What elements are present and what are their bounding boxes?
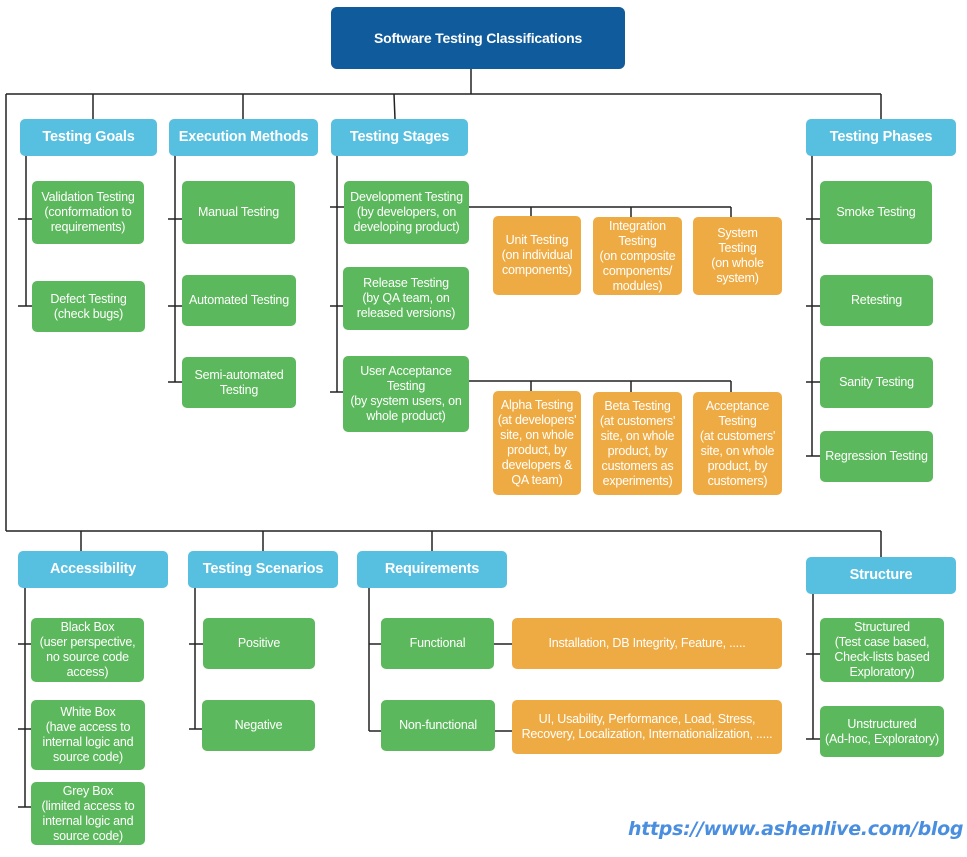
- node-black-box: Black Box (user perspective, no source c…: [31, 618, 144, 682]
- node-positive: Positive: [203, 618, 315, 669]
- node-white-box: White Box (have access to internal logic…: [31, 700, 145, 770]
- category-requirements: Requirements: [357, 551, 507, 588]
- category-execution-methods: Execution Methods: [169, 119, 318, 156]
- node-semi-automated-testing: Semi-automated Testing: [182, 357, 296, 408]
- category-testing-phases: Testing Phases: [806, 119, 956, 156]
- category-testing-goals: Testing Goals: [20, 119, 157, 156]
- root-node: Software Testing Classifications: [331, 7, 625, 69]
- node-structured: Structured (Test case based, Check-lists…: [820, 618, 944, 682]
- category-structure: Structure: [806, 557, 956, 594]
- node-integration-testing: Integration Testing (on composite compon…: [593, 217, 682, 295]
- node-functional-detail: Installation, DB Integrity, Feature, ...…: [512, 618, 782, 669]
- node-non-functional-detail: UI, Usability, Performance, Load, Stress…: [512, 700, 782, 754]
- node-manual-testing: Manual Testing: [182, 181, 295, 244]
- node-regression-testing: Regression Testing: [820, 431, 933, 482]
- node-beta-testing: Beta Testing (at customers' site, on who…: [593, 392, 682, 495]
- category-accessibility: Accessibility: [18, 551, 168, 588]
- category-testing-stages: Testing Stages: [331, 119, 468, 156]
- node-defect-testing: Defect Testing (check bugs): [32, 281, 145, 332]
- node-acceptance-testing: Acceptance Testing (at customers' site, …: [693, 392, 782, 495]
- node-automated-testing: Automated Testing: [182, 275, 296, 326]
- node-unit-testing: Unit Testing (on individual components): [493, 216, 581, 295]
- node-validation-testing: Validation Testing (conformation to requ…: [32, 181, 144, 244]
- node-release-testing: Release Testing (by QA team, on released…: [343, 267, 469, 330]
- node-sanity-testing: Sanity Testing: [820, 357, 933, 408]
- node-alpha-testing: Alpha Testing (at developers' site, on w…: [493, 391, 581, 495]
- node-non-functional: Non-functional: [381, 700, 495, 751]
- node-grey-box: Grey Box (limited access to internal log…: [31, 782, 145, 845]
- node-unstructured: Unstructured (Ad-hoc, Exploratory): [820, 706, 944, 757]
- node-system-testing: System Testing (on whole system): [693, 217, 782, 295]
- node-development-testing: Development Testing (by developers, on d…: [344, 181, 469, 244]
- node-retesting: Retesting: [820, 275, 933, 326]
- node-smoke-testing: Smoke Testing: [820, 181, 932, 244]
- node-user-acceptance-testing: User Acceptance Testing (by system users…: [343, 356, 469, 432]
- node-functional: Functional: [381, 618, 494, 669]
- category-testing-scenarios: Testing Scenarios: [188, 551, 338, 588]
- node-negative: Negative: [202, 700, 315, 751]
- watermark-url[interactable]: https://www.ashenlive.com/blog: [628, 818, 963, 840]
